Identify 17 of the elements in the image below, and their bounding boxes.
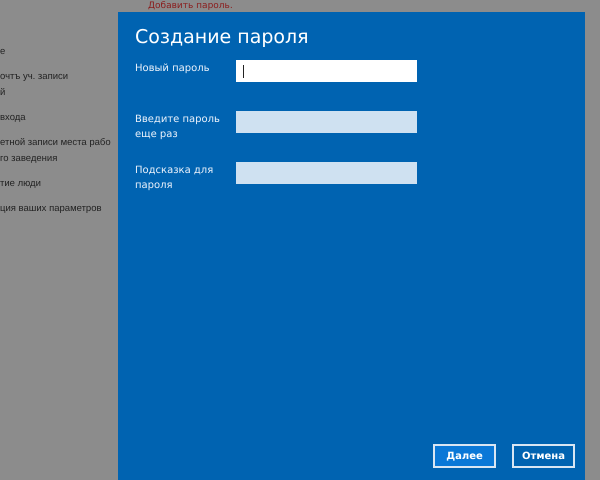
text-cursor-icon	[243, 64, 244, 78]
settings-item[interactable]: очтъ уч. записи й	[0, 69, 118, 101]
dialog-title: Создание пароля	[135, 26, 310, 48]
field-label: Новый пароль	[135, 62, 211, 76]
dialog-button[interactable]: Отмена	[512, 444, 575, 468]
dialog-button[interactable]: Далее	[433, 444, 496, 468]
password-field[interactable]	[236, 60, 417, 82]
password-field[interactable]	[236, 111, 417, 133]
settings-item[interactable]: тие люди	[0, 176, 118, 192]
settings-item[interactable]: входа	[0, 110, 118, 126]
settings-item[interactable]: е	[0, 44, 118, 60]
settings-item[interactable]: етной записи места рабо го заведения	[0, 135, 118, 167]
notice-text: Добавить пароль.	[148, 1, 233, 12]
settings-item[interactable]: ция ваших параметров	[0, 201, 118, 217]
field-label: Подсказка для пароля	[135, 164, 214, 193]
field-label: Введите пароль еще раз	[135, 113, 221, 142]
password-field[interactable]	[236, 162, 417, 184]
